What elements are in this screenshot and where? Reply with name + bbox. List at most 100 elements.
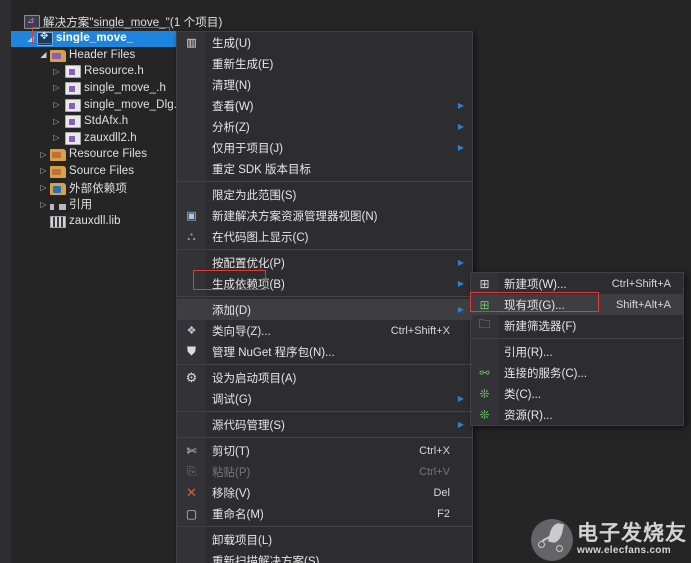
submenu-arrow-icon: ▶ (457, 101, 464, 110)
tree-item-2[interactable]: ◢ Header Files (11, 47, 135, 63)
tree-expander-icon[interactable]: ▷ (50, 130, 63, 146)
project-context-menu[interactable]: 生成(U) 重新生成(E) 清理(N) 查看(W) ▶ 分析(Z) ▶ 仅用于项目(J) ▶ 重定… (176, 31, 473, 563)
menu-item-label: 在代码图上显示(C) (212, 231, 309, 244)
menu-item-label: 调试(G) (212, 393, 252, 406)
nuget-icon (177, 341, 206, 362)
menu-item-10[interactable]: 在代码图上显示(C) (177, 226, 472, 247)
menu-item-6[interactable]: 类(C)... (471, 383, 683, 404)
menu-item-17[interactable]: 管理 NuGet 程序包(N)... (177, 341, 472, 362)
tree-item-11[interactable]: ▷ 引用 (11, 197, 92, 213)
menu-separator (177, 526, 472, 527)
build-icon (177, 32, 206, 53)
tree-item-9[interactable]: ▷ Source Files (11, 163, 134, 179)
library-icon (50, 215, 66, 228)
menu-item-0[interactable]: 新建项(W)... Ctrl+Shift+A (471, 273, 683, 294)
menu-item-6[interactable]: 重定 SDK 版本目标 (177, 158, 472, 179)
menu-item-29[interactable]: 卸载项目(L) (177, 529, 472, 550)
menu-item-shortcut: Ctrl+V (419, 465, 450, 478)
tree-item-label: 引用 (69, 199, 93, 212)
menu-item-icon-slot (177, 74, 206, 95)
menu-item-26[interactable]: 移除(V) Del (177, 482, 472, 503)
menu-item-1[interactable]: 重新生成(E) (177, 53, 472, 74)
tree-item-7[interactable]: ▷ zauxdll2.h (11, 130, 137, 146)
tree-expander-icon[interactable]: ▷ (50, 80, 63, 96)
menu-item-30[interactable]: 重新扫描解决方案(S) (177, 550, 472, 563)
menu-item-label: 资源(R)... (504, 409, 553, 422)
tree-expander-icon[interactable]: ▷ (50, 64, 63, 80)
submenu-arrow-icon: ▶ (457, 420, 464, 429)
tree-item-12[interactable]: zauxdll.lib (11, 213, 121, 229)
resource-icon (471, 404, 498, 425)
tree-item-6[interactable]: ▷ StdAfx.h (11, 114, 128, 130)
rename-icon (177, 503, 206, 524)
watermark: 电子发烧友 www.elecfans.com (531, 519, 687, 561)
menu-item-4[interactable]: 分析(Z) ▶ (177, 116, 472, 137)
tree-item-label: zauxdll.lib (69, 214, 121, 227)
menu-item-0[interactable]: 生成(U) (177, 32, 472, 53)
menu-item-5[interactable]: 连接的服务(C)... (471, 362, 683, 383)
menu-item-2[interactable]: 新建筛选器(F) (471, 315, 683, 336)
tree-expander-icon[interactable]: ▷ (37, 147, 50, 163)
menu-item-19[interactable]: 设为启动项目(A) (177, 367, 472, 388)
menu-item-label: 生成(U) (212, 37, 251, 50)
tree-item-8[interactable]: ▷ Resource Files (11, 147, 147, 163)
menu-item-27[interactable]: 重命名(M) F2 (177, 503, 472, 524)
menu-item-9[interactable]: 新建解决方案资源管理器视图(N) (177, 205, 472, 226)
tree-item-label: single_move_Dlg.h (84, 98, 184, 111)
tree-item-5[interactable]: ▷ single_move_Dlg.h (11, 97, 184, 113)
menu-separator (177, 437, 472, 438)
menu-item-label: 生成依赖项(B) (212, 278, 285, 291)
menu-item-4[interactable]: 引用(R)... (471, 341, 683, 362)
tree-expander-icon[interactable]: ▷ (50, 97, 63, 113)
menu-item-label: 连接的服务(C)... (504, 367, 588, 380)
tree-item-10[interactable]: ▷ 外部依赖项 (11, 180, 127, 196)
menu-separator (471, 338, 683, 339)
submenu-arrow-icon: ▶ (457, 258, 464, 267)
cut-icon (177, 440, 206, 461)
tree-expander-icon[interactable]: ◢ (37, 47, 50, 63)
menu-item-8[interactable]: 限定为此范围(S) (177, 184, 472, 205)
menu-item-15[interactable]: 添加(D) ▶ (177, 299, 472, 320)
menu-item-12[interactable]: 按配置优化(P) ▶ (177, 252, 472, 273)
menu-item-1[interactable]: 现有项(G)... Shift+Alt+A (471, 294, 683, 315)
folder-source-icon (50, 165, 66, 178)
menu-item-25: 粘贴(P) Ctrl+V (177, 461, 472, 482)
menu-item-16[interactable]: 类向导(Z)... Ctrl+Shift+X (177, 320, 472, 341)
references-icon (50, 203, 66, 210)
menu-item-3[interactable]: 查看(W) ▶ (177, 95, 472, 116)
tree-expander-icon[interactable]: ▷ (50, 114, 63, 130)
menu-item-20[interactable]: 调试(G) ▶ (177, 388, 472, 409)
add-submenu[interactable]: 新建项(W)... Ctrl+Shift+A 现有项(G)... Shift+Alt+… (470, 272, 684, 426)
tree-item-4[interactable]: ▷ single_move_.h (11, 80, 166, 96)
tree-expander-icon[interactable]: ▷ (37, 197, 50, 213)
tree-item-0[interactable]: 解决方案"single_move_"(1 个项目) (11, 14, 222, 30)
tree-item-3[interactable]: ▷ Resource.h (11, 64, 144, 80)
submenu-arrow-icon: ▶ (457, 143, 464, 152)
menu-item-24[interactable]: 剪切(T) Ctrl+X (177, 440, 472, 461)
watermark-brand-text: 电子发烧友 (577, 522, 687, 545)
connected-service-icon (471, 362, 498, 383)
menu-item-22[interactable]: 源代码管理(S) ▶ (177, 414, 472, 435)
menu-item-label: 类向导(Z)... (212, 325, 271, 338)
tree-item-label: single_move_.h (84, 81, 166, 94)
header-file-icon (65, 81, 81, 95)
menu-item-label: 分析(Z) (212, 121, 250, 134)
tree-item-1[interactable]: ◢ single_move_ (11, 30, 180, 47)
tree-item-label: 解决方案"single_move_"(1 个项目) (43, 16, 223, 29)
menu-item-7[interactable]: 资源(R)... (471, 404, 683, 425)
menu-item-label: 新建筛选器(F) (504, 320, 577, 333)
menu-item-5[interactable]: 仅用于项目(J) ▶ (177, 137, 472, 158)
tree-expander-icon[interactable]: ▷ (37, 163, 50, 179)
folder-resource-icon (50, 149, 66, 162)
tree-expander-icon[interactable]: ▷ (37, 180, 50, 196)
tree-item-label: Resource.h (84, 65, 144, 78)
menu-item-label: 仅用于项目(J) (212, 142, 283, 155)
tree-expander-icon[interactable]: ◢ (24, 31, 37, 47)
menu-item-label: 设为启动项目(A) (212, 372, 297, 385)
menu-item-2[interactable]: 清理(N) (177, 74, 472, 95)
menu-item-icon-slot (177, 158, 206, 179)
menu-separator (177, 249, 472, 250)
menu-item-13[interactable]: 生成依赖项(B) ▶ (177, 273, 472, 294)
folder-header-icon (50, 49, 66, 62)
class-icon (471, 383, 498, 404)
